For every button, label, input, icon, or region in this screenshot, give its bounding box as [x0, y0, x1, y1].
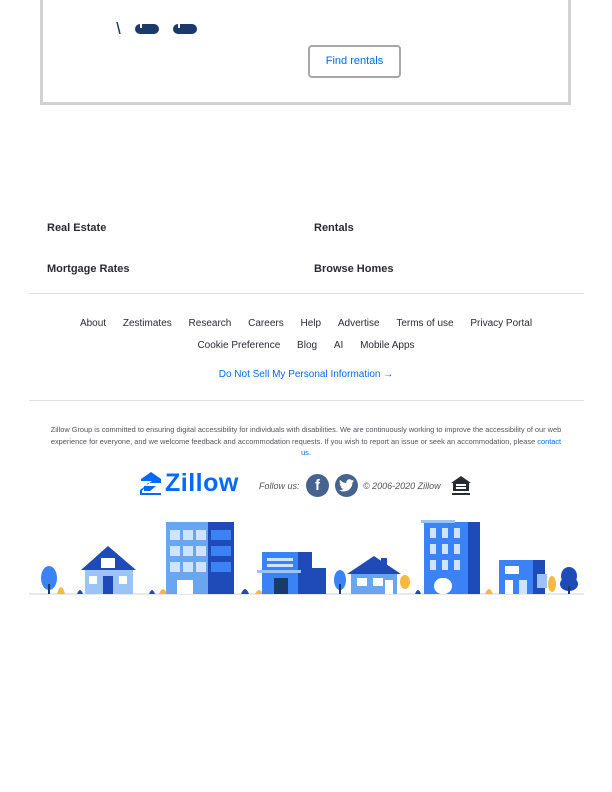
footer-nav-primary: About Zestimates Research Careers Help A…: [0, 318, 612, 329]
footer-link-groups: Real Estate Rentals Mortgage Rates Brows…: [47, 220, 567, 280]
brand-row: Zillow Follow us: f © 2006-2020 Zillow: [140, 468, 480, 500]
footer-link-about[interactable]: About: [80, 318, 106, 329]
footer-link-research[interactable]: Research: [189, 318, 232, 329]
follow-label: Follow us:: [259, 481, 300, 491]
footer-link-blog[interactable]: Blog: [297, 340, 317, 351]
card-illustration: [116, 21, 197, 34]
copyright: © 2006-2020 Zillow: [363, 481, 441, 491]
footer-group-browse-homes[interactable]: Browse Homes: [314, 263, 393, 275]
do-not-sell-link[interactable]: Do Not Sell My Personal Information →: [0, 369, 612, 380]
city-skyline-illustration: [29, 520, 584, 595]
footer-link-privacy[interactable]: Privacy Portal: [470, 318, 532, 329]
divider: [29, 400, 584, 401]
footer-link-terms[interactable]: Terms of use: [396, 318, 453, 329]
facebook-icon[interactable]: f: [306, 474, 329, 497]
footer-link-advertise[interactable]: Advertise: [338, 318, 380, 329]
footer-link-ai[interactable]: AI: [334, 340, 343, 351]
accessibility-end: .: [308, 448, 311, 457]
footer-link-zestimates[interactable]: Zestimates: [123, 318, 172, 329]
footer-group-rentals[interactable]: Rentals: [314, 222, 354, 234]
footer-group-mortgage-rates[interactable]: Mortgage Rates: [47, 263, 130, 275]
find-rentals-button[interactable]: Find rentals: [308, 45, 401, 78]
accessibility-statement: Zillow Group is committed to ensuring di…: [45, 424, 567, 459]
accessibility-text: Zillow Group is committed to ensuring di…: [50, 425, 562, 446]
search-card: Find rentals: [40, 0, 571, 105]
footer-link-mobile-apps[interactable]: Mobile Apps: [360, 340, 414, 351]
divider: [29, 293, 584, 294]
zillow-z-icon: [140, 472, 161, 495]
zillow-logo[interactable]: Zillow: [140, 468, 239, 497]
equal-housing-icon: [451, 476, 471, 495]
twitter-icon[interactable]: [335, 474, 358, 497]
zillow-wordmark: Zillow: [165, 468, 239, 497]
footer-link-help[interactable]: Help: [301, 318, 322, 329]
footer-link-careers[interactable]: Careers: [248, 318, 284, 329]
footer-nav-secondary: Cookie Preference Blog AI Mobile Apps: [0, 340, 612, 351]
footer-link-cookie[interactable]: Cookie Preference: [197, 340, 280, 351]
footer-group-real-estate[interactable]: Real Estate: [47, 222, 106, 234]
